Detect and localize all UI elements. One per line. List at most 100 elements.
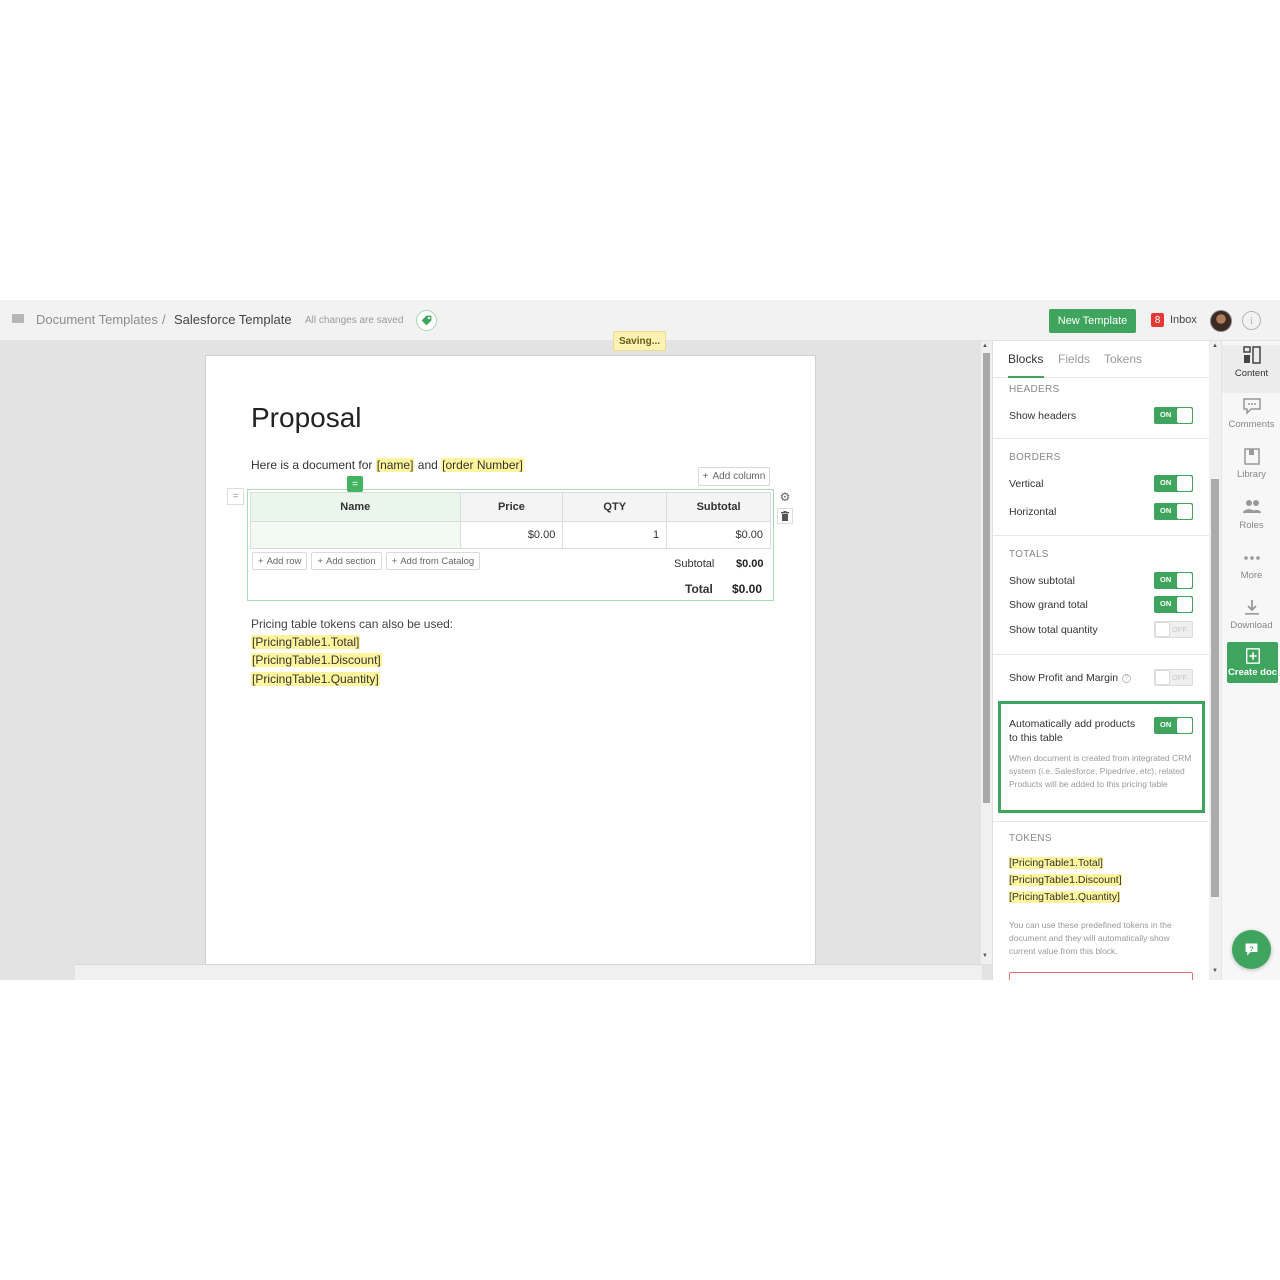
right-rail: Content Comments Library Roles More Down…	[1221, 341, 1280, 980]
panel-scroll-thumb[interactable]	[1211, 479, 1219, 897]
download-icon	[1244, 600, 1259, 615]
divider	[993, 654, 1209, 655]
pricing-table: Name Price QTY Subtotal $0.00 1 $0.00	[250, 492, 771, 549]
scroll-down-icon[interactable]: ▼	[982, 953, 988, 959]
roles-icon	[1242, 500, 1261, 513]
help-icon[interactable]: ?	[1122, 673, 1132, 683]
column-header-subtotal[interactable]: Subtotal	[666, 492, 771, 522]
toggle-on-text: ON	[1160, 410, 1172, 419]
cell-subtotal[interactable]: $0.00	[666, 521, 771, 549]
gear-icon[interactable]: ⚙	[777, 489, 793, 505]
add-column-label: Add column	[712, 471, 766, 482]
scroll-down-icon[interactable]: ▼	[1212, 968, 1218, 974]
library-icon	[1243, 448, 1260, 465]
vertical-label: Vertical	[1009, 478, 1044, 490]
intro-line[interactable]: Here is a document for [name] and [order…	[251, 458, 524, 472]
toggle-knob	[1177, 476, 1192, 491]
new-template-button[interactable]: New Template	[1049, 309, 1136, 333]
column-header-name[interactable]: Name	[250, 492, 461, 522]
column-header-qty[interactable]: QTY	[562, 492, 668, 522]
create-doc-button[interactable]: Create doc	[1227, 642, 1278, 683]
doc-token-quantity[interactable]: [PricingTable1.Quantity]	[251, 672, 380, 686]
breadcrumb-current[interactable]: Salesforce Template	[174, 312, 292, 327]
show-total-quantity-label: Show total quantity	[1009, 624, 1098, 636]
toggle-on-text: ON	[1160, 720, 1172, 729]
properties-panel: Blocks Fields Tokens HEADERS Show header…	[992, 341, 1209, 980]
rail-item-more[interactable]: More	[1222, 547, 1280, 595]
user-avatar[interactable]	[1210, 310, 1232, 332]
panel-tabs: Blocks Fields Tokens	[993, 341, 1209, 378]
delete-block-button[interactable]	[1009, 972, 1193, 980]
horizontal-borders-toggle[interactable]: ON	[1154, 503, 1193, 520]
cell-qty[interactable]: 1	[562, 521, 668, 549]
tab-blocks[interactable]: Blocks	[1008, 352, 1043, 366]
add-from-catalog-button[interactable]: + Add from Catalog	[385, 552, 481, 570]
vertical-borders-toggle[interactable]: ON	[1154, 475, 1193, 492]
tab-fields[interactable]: Fields	[1058, 352, 1090, 366]
headers-section-title: HEADERS	[1009, 384, 1060, 395]
panel-token-discount[interactable]: [PricingTable1.Discount]	[1009, 874, 1122, 886]
show-profit-toggle[interactable]: OFF	[1154, 669, 1193, 686]
auto-add-products-toggle[interactable]: ON	[1154, 717, 1193, 734]
trash-icon[interactable]	[777, 508, 793, 524]
column-drag-handle-icon[interactable]: =	[347, 476, 363, 492]
tag-icon[interactable]	[416, 310, 437, 331]
rail-item-roles[interactable]: Roles	[1222, 497, 1280, 545]
plus-icon: +	[258, 555, 264, 567]
document-title[interactable]: Proposal	[251, 402, 362, 434]
rail-item-download[interactable]: Download	[1222, 597, 1280, 645]
tokens-intro[interactable]: Pricing table tokens can also be used:	[251, 617, 453, 631]
toggle-knob	[1177, 718, 1192, 733]
divider	[993, 535, 1209, 536]
subtotal-value: $0.00	[736, 558, 764, 570]
add-column-button[interactable]: + Add column	[698, 467, 770, 486]
show-headers-toggle[interactable]: ON	[1154, 407, 1193, 424]
rail-item-comments[interactable]: Comments	[1222, 396, 1280, 444]
divider	[993, 438, 1209, 439]
toggle-on-text: ON	[1160, 478, 1172, 487]
add-row-button[interactable]: + Add row	[252, 552, 308, 570]
panel-scrollbar[interactable]: ▲ ▼	[1209, 341, 1221, 980]
plus-icon: +	[702, 471, 709, 482]
toggle-on-text: ON	[1160, 575, 1172, 584]
show-subtotal-label: Show subtotal	[1009, 575, 1075, 587]
scroll-up-icon[interactable]: ▲	[1212, 343, 1218, 349]
help-chat-button[interactable]: ?	[1232, 930, 1271, 969]
show-subtotal-toggle[interactable]: ON	[1154, 572, 1193, 589]
horizontal-scrollbar[interactable]	[75, 964, 982, 980]
cell-name[interactable]	[250, 521, 461, 549]
panel-token-total[interactable]: [PricingTable1.Total]	[1009, 857, 1103, 869]
rail-label-library: Library	[1236, 469, 1267, 480]
canvas-scroll-thumb[interactable]	[983, 353, 990, 803]
cell-price[interactable]: $0.00	[459, 521, 564, 549]
auto-add-label-line2: to this table	[1009, 732, 1063, 744]
block-drag-handle-icon[interactable]: =	[227, 488, 244, 505]
content-icon	[1242, 346, 1261, 364]
rail-item-library[interactable]: Library	[1222, 446, 1280, 494]
token-order-number[interactable]: [order Number]	[441, 458, 524, 472]
toggle-on-text: ON	[1160, 599, 1172, 608]
show-profit-label: Show Profit and Margin?	[1009, 672, 1132, 684]
add-document-icon	[1245, 648, 1260, 664]
show-total-quantity-toggle[interactable]: OFF	[1154, 621, 1193, 638]
doc-token-total[interactable]: [PricingTable1.Total]	[251, 635, 361, 649]
info-icon[interactable]: i	[1242, 311, 1261, 330]
pricing-table-block[interactable]: Name Price QTY Subtotal $0.00 1 $0.00 + A…	[247, 489, 774, 601]
inbox-link[interactable]: 8 Inbox	[1151, 313, 1197, 327]
show-grand-total-toggle[interactable]: ON	[1154, 596, 1193, 613]
app-logo-icon[interactable]	[12, 314, 24, 323]
rail-item-content[interactable]: Content	[1222, 345, 1280, 393]
add-row-label: Add row	[266, 555, 302, 567]
rail-label-download: Download	[1230, 620, 1273, 631]
inbox-count-badge: 8	[1151, 313, 1164, 327]
canvas-scrollbar[interactable]: ▲ ▼	[981, 341, 992, 964]
add-section-button[interactable]: + Add section	[311, 552, 382, 570]
token-name[interactable]: [name]	[375, 458, 415, 472]
column-header-price[interactable]: Price	[459, 492, 564, 522]
scroll-up-icon[interactable]: ▲	[982, 343, 988, 349]
doc-token-discount[interactable]: [PricingTable1.Discount]	[251, 653, 382, 667]
active-tab-indicator	[1008, 376, 1044, 378]
panel-token-quantity[interactable]: [PricingTable1.Quantity]	[1009, 891, 1120, 903]
breadcrumb-document-templates[interactable]: Document Templates	[36, 312, 158, 327]
tab-tokens[interactable]: Tokens	[1104, 352, 1142, 366]
